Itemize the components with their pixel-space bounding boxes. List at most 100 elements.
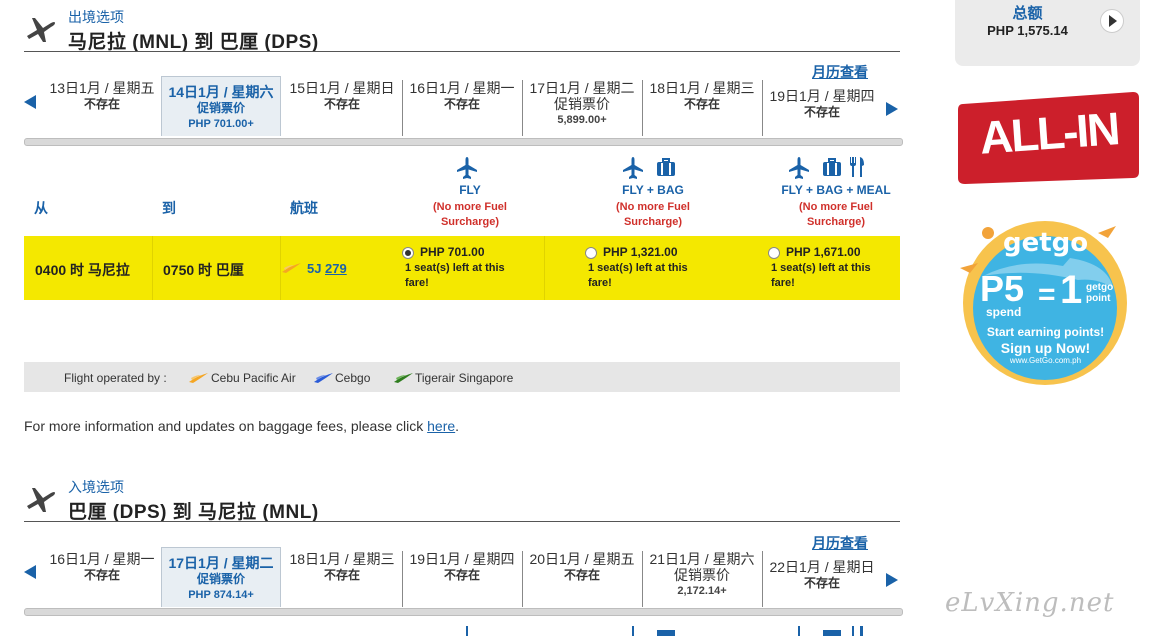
total-summary-box[interactable]: 总额 PHP 1,575.14: [955, 0, 1140, 66]
date-price: PHP 874.14+: [188, 589, 254, 601]
outbound-date-bar: 13日1月 / 星期五 不存在 14日1月 / 星期六 促销票价 PHP 701.00…: [24, 76, 904, 160]
fare-flybagmeal-note: Surcharge): [806, 216, 866, 228]
plane-icon: [632, 626, 634, 636]
date-tab[interactable]: 17日1月 / 星期二 促销票价 5,899.00+: [522, 80, 643, 136]
outbound-section-label: 出境选项: [68, 9, 124, 25]
cebgo-logo-icon: [314, 373, 333, 383]
total-amount: PHP 1,575.14: [987, 23, 1068, 38]
fare-radio[interactable]: [585, 247, 597, 259]
date-status: 不存在: [563, 568, 600, 582]
fare-radio[interactable]: [768, 247, 780, 259]
date-label: 16日1月 / 星期一: [49, 551, 155, 567]
baggage-note: For more information and updates on bagg…: [24, 418, 460, 434]
meal-icon: [852, 626, 863, 636]
operated-by-bar: Flight operated by : Cebu Pacific Air Ce…: [24, 362, 900, 392]
depart-cell: 0400 时 马尼拉: [24, 236, 153, 300]
fare-price: PHP 701.00: [420, 245, 485, 259]
getgo-point: getgo point: [1086, 282, 1114, 304]
operated-by-label: Flight operated by :: [64, 371, 167, 385]
fare-price: PHP 1,671.00: [786, 245, 861, 259]
fare-flybag-note: Surcharge): [623, 216, 683, 228]
getgo-equals: =: [1038, 278, 1056, 311]
col-to: 到: [162, 200, 176, 216]
date-scrollbar[interactable]: [24, 138, 903, 146]
date-label: 14日1月 / 星期六: [168, 84, 274, 100]
calendar-view-link[interactable]: 月历查看: [812, 62, 868, 82]
meal-icon: [850, 157, 864, 177]
getgo-one: 1: [1060, 268, 1083, 312]
plane-icon: [623, 157, 643, 179]
inbound-route-title: 巴厘 (DPS) 到 马尼拉 (MNL): [68, 502, 319, 523]
fare-fly-note: (No more Fuel: [433, 201, 507, 213]
luggage-icon: [657, 158, 675, 176]
getgo-signup: Sign up Now!: [1000, 340, 1091, 356]
date-tab[interactable]: 18日1月 / 星期三 不存在: [282, 551, 403, 607]
all-in-banner[interactable]: ALL-IN: [955, 90, 1140, 186]
date-price: 5,899.00+: [557, 114, 607, 126]
airline-name: Tigerair Singapore: [415, 371, 514, 385]
date-status: 不存在: [83, 568, 120, 582]
date-scrollbar[interactable]: [24, 608, 903, 616]
date-tab[interactable]: 16日1月 / 星期一 不存在: [42, 551, 163, 607]
date-label: 22日1月 / 星期日: [769, 559, 875, 575]
date-tab[interactable]: 19日1月 / 星期四 不存在: [402, 551, 523, 607]
date-price: PHP 701.00+: [188, 118, 254, 130]
cebu-pacific-logo-icon: [189, 373, 208, 383]
outbound-route-title: 马尼拉 (MNL) 到 巴厘 (DPS): [68, 32, 319, 53]
getgo-tagline: Start earning points!: [986, 325, 1105, 339]
fare-radio-selected[interactable]: [402, 247, 414, 259]
inbound-date-bar: 16日1月 / 星期一 不存在 17日1月 / 星期二 促销票价 PHP 874.14…: [24, 547, 904, 631]
play-icon[interactable]: [1100, 9, 1124, 33]
date-label: 18日1月 / 星期三: [289, 551, 395, 567]
seats-left: 1 seat(s) left at this fare!: [588, 262, 688, 289]
date-price: 2,172.14+: [677, 585, 727, 597]
date-tab[interactable]: 19日1月 / 星期四 不存在: [762, 88, 882, 144]
date-tab[interactable]: 20日1月 / 星期五 不存在: [522, 551, 643, 607]
getgo-url: www.GetGo.com.ph: [1009, 356, 1082, 365]
date-status: 不存在: [803, 576, 840, 590]
getgo-ad[interactable]: getgo P5 spend = 1 getgo point Start earn…: [958, 218, 1133, 388]
carrier-code: 5J: [307, 261, 322, 276]
date-status: 不存在: [323, 568, 360, 582]
divider: [24, 51, 900, 52]
flight-row: 0400 时 马尼拉 0750 时 巴厘 5J 279 PHP 701.00 1…: [24, 236, 900, 300]
plane-icon: [798, 626, 800, 636]
date-tab[interactable]: 18日1月 / 星期三 不存在: [642, 80, 763, 136]
tigerair-logo-icon: [394, 373, 413, 383]
fare-flybagmeal-note: (No more Fuel: [799, 201, 873, 213]
date-tab-selected[interactable]: 14日1月 / 星期六 促销票价 PHP 701.00+: [161, 76, 281, 136]
getgo-p5: P5: [980, 268, 1025, 309]
fare-fly-note: Surcharge): [440, 216, 500, 228]
date-status: 不存在: [803, 105, 840, 119]
fare-flybag-title: FLY + BAG: [622, 183, 684, 197]
date-status: 不存在: [683, 97, 720, 111]
date-tab[interactable]: 15日1月 / 星期日 不存在: [282, 80, 403, 136]
luggage-icon: [823, 158, 841, 176]
fare-option-fly[interactable]: PHP 701.00 1 seat(s) left at this fare!: [400, 236, 542, 300]
date-tab[interactable]: 13日1月 / 星期五 不存在: [42, 80, 163, 136]
plane-icon: [789, 157, 809, 179]
airline-name: Cebu Pacific Air: [211, 371, 296, 385]
col-flight: 航班: [290, 200, 318, 216]
fare-flybagmeal-title: FLY + BAG + MEAL: [781, 183, 891, 197]
calendar-view-link[interactable]: 月历查看: [812, 533, 868, 553]
fare-option-flybagmeal[interactable]: PHP 1,671.00 1 seat(s) left at this fare!: [766, 236, 900, 300]
plane-icon: [27, 18, 55, 42]
date-label: 13日1月 / 星期五: [49, 80, 155, 96]
seats-left: 1 seat(s) left at this fare!: [771, 262, 871, 289]
fare-price: PHP 1,321.00: [603, 245, 678, 259]
date-label: 19日1月 / 星期四: [769, 88, 875, 104]
depart-time: 0400 时 马尼拉: [35, 262, 130, 278]
date-label: 18日1月 / 星期三: [649, 80, 755, 96]
date-tab[interactable]: 22日1月 / 星期日 不存在: [762, 559, 882, 615]
date-status: 不存在: [83, 97, 120, 111]
fare-option-flybag[interactable]: PHP 1,321.00 1 seat(s) left at this fare!: [583, 236, 725, 300]
divider: [24, 521, 900, 522]
flight-number-link[interactable]: 279: [325, 261, 347, 276]
baggage-fees-link[interactable]: here: [427, 418, 455, 434]
date-tab-selected[interactable]: 17日1月 / 星期二 促销票价 PHP 874.14+: [161, 547, 281, 607]
date-label: 15日1月 / 星期日: [289, 80, 395, 96]
date-tab[interactable]: 16日1月 / 星期一 不存在: [402, 80, 523, 136]
date-label: 17日1月 / 星期二: [529, 80, 635, 96]
date-tab[interactable]: 21日1月 / 星期六 促销票价 2,172.14+: [642, 551, 763, 607]
